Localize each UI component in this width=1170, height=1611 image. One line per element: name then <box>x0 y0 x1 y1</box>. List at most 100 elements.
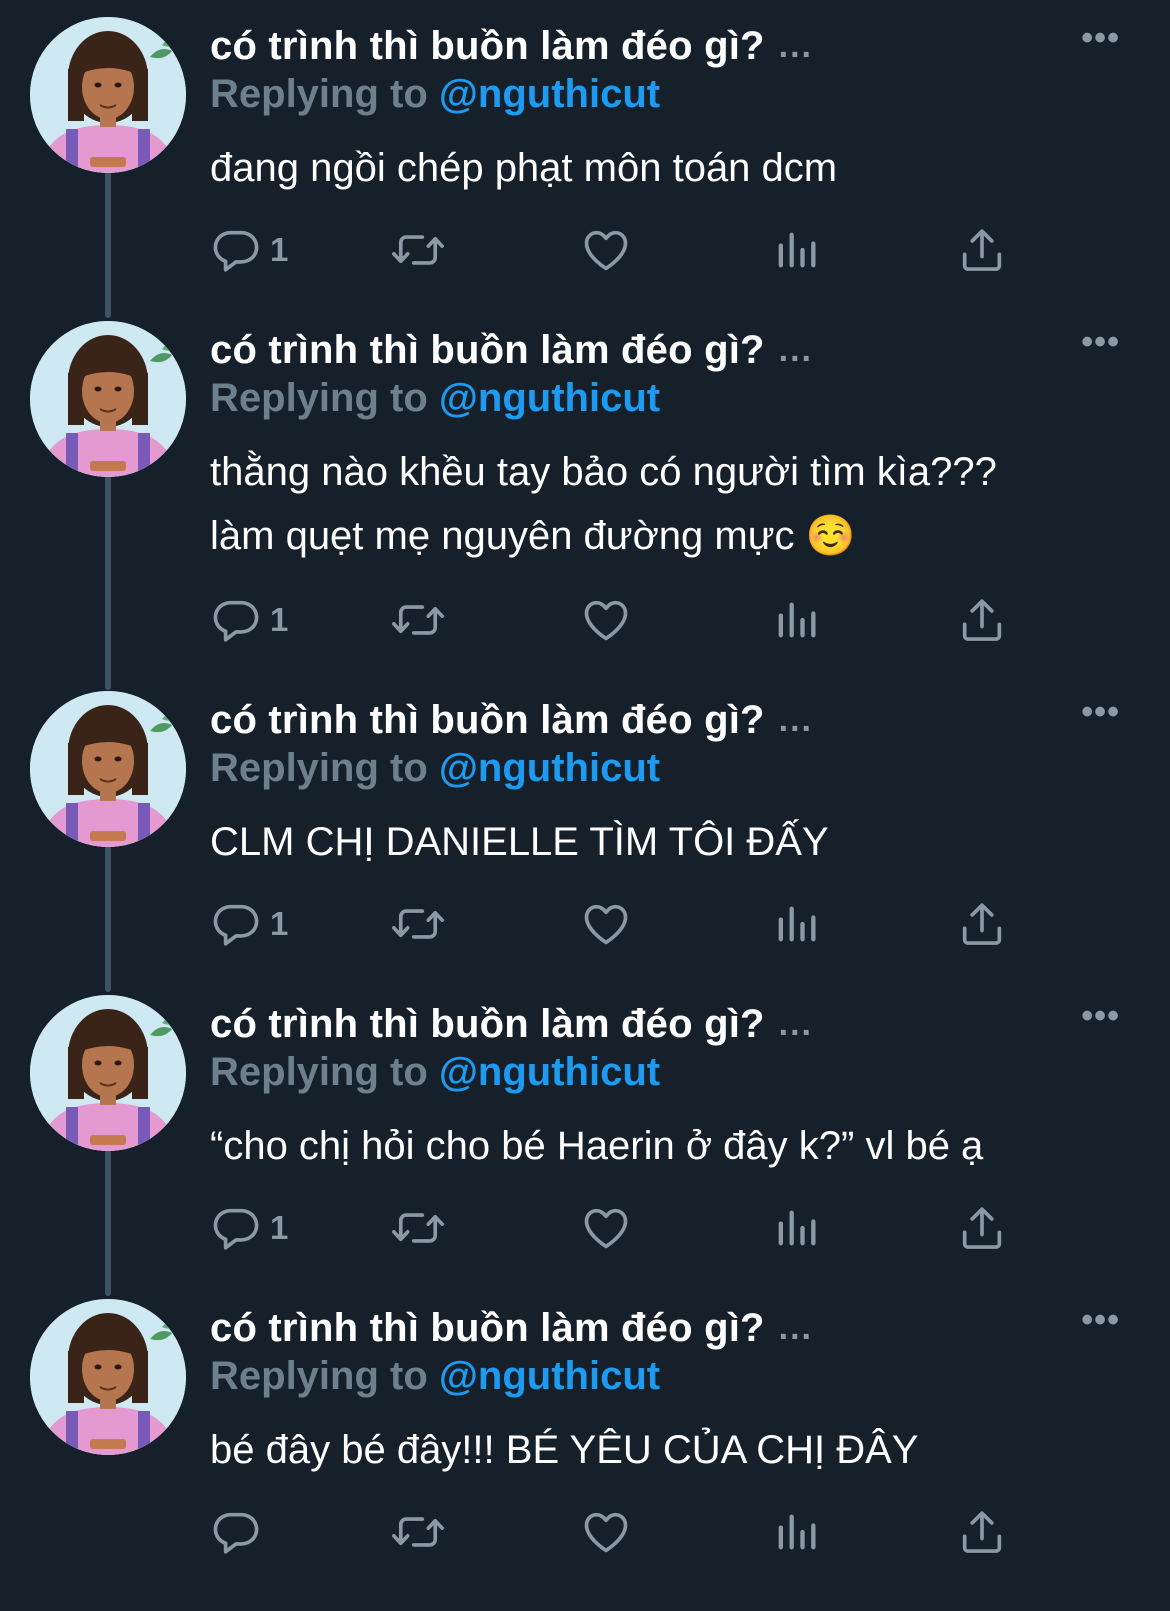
heart-icon <box>580 898 632 950</box>
more-options-button[interactable]: ••• <box>1081 325 1120 359</box>
replying-to-handle[interactable]: @nguthicut <box>439 746 660 790</box>
tweet-header: có trình thì buồn làm đéo gì? ... <box>210 20 813 72</box>
retweet-icon <box>390 1202 446 1254</box>
action-bar: 1 <box>210 1200 1040 1256</box>
retweet-button[interactable] <box>390 222 446 278</box>
like-button[interactable] <box>580 1200 632 1256</box>
reply-button[interactable]: 1 <box>210 592 288 648</box>
action-bar: 1 <box>210 896 1040 952</box>
tweet[interactable]: có trình thì buồn làm đéo gì? ... ••• Re… <box>0 304 1170 674</box>
like-button[interactable] <box>580 1504 632 1560</box>
display-name[interactable]: có trình thì buồn làm đéo gì? <box>210 24 765 69</box>
replying-to-label: Replying to <box>210 1050 428 1094</box>
name-truncation: ... <box>778 26 813 65</box>
avatar[interactable] <box>30 321 186 477</box>
retweet-button[interactable] <box>390 1504 446 1560</box>
share-button[interactable] <box>956 222 1008 278</box>
replying-to: Replying to @nguthicut <box>210 376 660 421</box>
replying-to-handle[interactable]: @nguthicut <box>439 1050 660 1094</box>
reply-button[interactable]: 1 <box>210 222 288 278</box>
share-icon <box>956 594 1008 646</box>
more-options-button[interactable]: ••• <box>1081 21 1120 55</box>
retweet-button[interactable] <box>390 896 446 952</box>
heart-icon <box>580 224 632 276</box>
replying-to-handle[interactable]: @nguthicut <box>439 376 660 420</box>
retweet-button[interactable] <box>390 592 446 648</box>
reply-icon <box>210 594 262 646</box>
tweet-text: CLM CHỊ DANIELLE TÌM TÔI ĐẤY <box>210 820 829 864</box>
replying-to-label: Replying to <box>210 376 428 420</box>
display-name[interactable]: có trình thì buồn làm đéo gì? <box>210 328 765 373</box>
action-bar: 1 <box>210 222 1040 278</box>
views-button[interactable] <box>770 222 822 278</box>
tweet[interactable]: có trình thì buồn làm đéo gì? ... ••• Re… <box>0 0 1170 300</box>
replying-to-label: Replying to <box>210 746 428 790</box>
display-name[interactable]: có trình thì buồn làm đéo gì? <box>210 1002 765 1047</box>
share-button[interactable] <box>956 1200 1008 1256</box>
replying-to: Replying to @nguthicut <box>210 1050 660 1095</box>
tweet[interactable]: có trình thì buồn làm đéo gì? ... ••• Re… <box>0 1282 1170 1611</box>
tweet[interactable]: có trình thì buồn làm đéo gì? ... ••• Re… <box>0 978 1170 1278</box>
action-bar: 1 <box>210 592 1040 648</box>
tweet[interactable]: có trình thì buồn làm đéo gì? ... ••• Re… <box>0 674 1170 974</box>
avatar[interactable] <box>30 691 186 847</box>
display-name[interactable]: có trình thì buồn làm đéo gì? <box>210 698 765 743</box>
views-button[interactable] <box>770 1200 822 1256</box>
views-button[interactable] <box>770 1504 822 1560</box>
tweet-thread: có trình thì buồn làm đéo gì? ... ••• Re… <box>0 0 1170 1611</box>
views-button[interactable] <box>770 592 822 648</box>
more-options-button[interactable]: ••• <box>1081 1303 1120 1337</box>
retweet-button[interactable] <box>390 1200 446 1256</box>
reply-count: 1 <box>270 231 289 268</box>
retweet-icon <box>390 224 446 276</box>
heart-icon <box>580 594 632 646</box>
replying-to-handle[interactable]: @nguthicut <box>439 1354 660 1398</box>
analytics-icon <box>770 898 822 950</box>
like-button[interactable] <box>580 592 632 648</box>
tweet-text: bé đây bé đây!!! BÉ YÊU CỦA CHỊ ĐÂY <box>210 1428 919 1472</box>
retweet-icon <box>390 594 446 646</box>
name-truncation: ... <box>778 330 813 369</box>
tweet-text: “cho chị hỏi cho bé Haerin ở đây k?” vl … <box>210 1124 984 1168</box>
tweet-header: có trình thì buồn làm đéo gì? ... <box>210 998 813 1050</box>
avatar[interactable] <box>30 1299 186 1455</box>
analytics-icon <box>770 1506 822 1558</box>
replying-to: Replying to @nguthicut <box>210 746 660 791</box>
name-truncation: ... <box>778 700 813 739</box>
name-truncation: ... <box>778 1308 813 1347</box>
more-options-button[interactable]: ••• <box>1081 695 1120 729</box>
share-icon <box>956 1506 1008 1558</box>
more-options-button[interactable]: ••• <box>1081 999 1120 1033</box>
action-bar <box>210 1504 1040 1560</box>
reply-icon <box>210 1202 262 1254</box>
reply-button[interactable]: 1 <box>210 896 288 952</box>
avatar[interactable] <box>30 17 186 173</box>
share-icon <box>956 898 1008 950</box>
replying-to-handle[interactable]: @nguthicut <box>439 72 660 116</box>
retweet-icon <box>390 898 446 950</box>
retweet-icon <box>390 1506 446 1558</box>
replying-to: Replying to @nguthicut <box>210 72 660 117</box>
share-icon <box>956 1202 1008 1254</box>
like-button[interactable] <box>580 896 632 952</box>
avatar[interactable] <box>30 995 186 1151</box>
views-button[interactable] <box>770 896 822 952</box>
replying-to-label: Replying to <box>210 1354 428 1398</box>
like-button[interactable] <box>580 222 632 278</box>
share-button[interactable] <box>956 1504 1008 1560</box>
tweet-header: có trình thì buồn làm đéo gì? ... <box>210 324 813 376</box>
share-button[interactable] <box>956 592 1008 648</box>
heart-icon <box>580 1202 632 1254</box>
analytics-icon <box>770 594 822 646</box>
reply-icon <box>210 898 262 950</box>
tweet-header: có trình thì buồn làm đéo gì? ... <box>210 1302 813 1354</box>
replying-to: Replying to @nguthicut <box>210 1354 660 1399</box>
reply-button[interactable] <box>210 1504 270 1560</box>
reply-button[interactable]: 1 <box>210 1200 288 1256</box>
reply-count: 1 <box>270 905 289 942</box>
reply-icon <box>210 1506 262 1558</box>
share-button[interactable] <box>956 896 1008 952</box>
display-name[interactable]: có trình thì buồn làm đéo gì? <box>210 1306 765 1351</box>
tweet-text: đang ngồi chép phạt môn toán dcm <box>210 146 838 190</box>
reply-count: 1 <box>270 1209 289 1246</box>
